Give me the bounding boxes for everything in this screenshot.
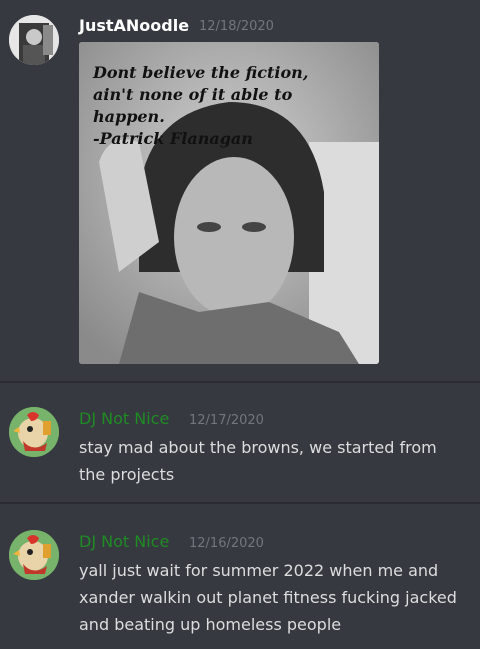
message-line: stay mad about the browns, we started fr…: [79, 438, 437, 457]
message-text: yall just wait for summer 2022 when me a…: [79, 557, 469, 638]
rooster-avatar-icon: [9, 407, 59, 457]
avatar[interactable]: [9, 15, 59, 65]
timestamp: 12/17/2020: [189, 413, 264, 428]
image-attachment[interactable]: Dont believe the fiction, ain't none of …: [79, 42, 379, 364]
message-line: xander walkin out planet fitness fucking…: [79, 588, 457, 607]
message-3: DJ Not Nice 12/16/2020 yall just wait fo…: [0, 504, 480, 649]
rooster-avatar-icon: [9, 530, 59, 580]
chat-messages: JustANoodle 12/18/2020 Dont believe the …: [0, 0, 480, 649]
quote-line: happen.: [93, 107, 165, 126]
username[interactable]: DJ Not Nice: [79, 409, 169, 429]
username[interactable]: JustANoodle: [79, 16, 189, 36]
avatar[interactable]: [9, 530, 59, 580]
quote-line: ain't none of it able to: [93, 85, 293, 104]
image-quote: Dont believe the fiction, ain't none of …: [93, 62, 363, 150]
timestamp: 12/18/2020: [199, 19, 274, 34]
username[interactable]: DJ Not Nice: [79, 532, 169, 552]
message-1: JustANoodle 12/18/2020 Dont believe the …: [0, 0, 480, 380]
message-line: yall just wait for summer 2022 when me a…: [79, 561, 439, 580]
timestamp: 12/16/2020: [189, 536, 264, 551]
quote-line: Dont believe the fiction,: [93, 63, 309, 82]
user-photo-icon: [9, 15, 59, 65]
message-text: stay mad about the browns, we started fr…: [79, 434, 469, 488]
message-line: the projects: [79, 465, 175, 484]
avatar[interactable]: [9, 407, 59, 457]
quote-line: -Patrick Flanagan: [93, 129, 253, 148]
message-2: DJ Not Nice 12/17/2020 stay mad about th…: [0, 383, 480, 501]
message-line: and beating up homeless people: [79, 615, 342, 634]
